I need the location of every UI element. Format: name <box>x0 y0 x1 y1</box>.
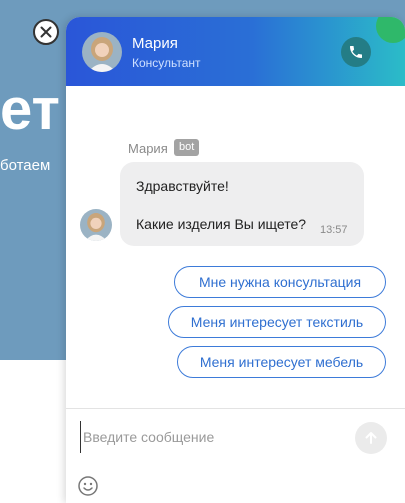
agent-role: Консультант <box>132 56 201 70</box>
close-icon <box>40 26 52 38</box>
agent-name: Мария <box>132 35 178 52</box>
chat-widget: Мария Консультант Мария bot Здравствуйте… <box>66 17 405 503</box>
message-sender: Мария <box>128 141 168 156</box>
message-greeting: Здравствуйте! <box>136 178 229 194</box>
message-time: 13:57 <box>320 224 348 236</box>
arrow-up-icon <box>365 432 377 444</box>
status-decoration <box>376 17 405 43</box>
message-question: Какие изделия Вы ищете? <box>136 216 307 232</box>
call-button[interactable] <box>341 37 371 67</box>
chat-header: Мария Консультант <box>66 17 405 86</box>
send-button[interactable] <box>355 422 387 454</box>
input-divider <box>66 408 405 409</box>
message-avatar <box>80 209 112 241</box>
close-chat-button[interactable] <box>33 19 59 45</box>
message-bubble: Здравствуйте! Какие изделия Вы ищете? 13… <box>120 162 364 246</box>
quick-reply-furniture[interactable]: Меня интересует мебель <box>177 346 386 378</box>
message-input[interactable] <box>80 421 350 453</box>
agent-avatar <box>82 32 122 72</box>
quick-reply-consultation[interactable]: Мне нужна консультация <box>174 266 386 298</box>
website-hero-subtext: ботаем <box>0 157 51 174</box>
emoji-button[interactable] <box>77 475 99 497</box>
bot-badge: bot <box>174 139 200 156</box>
smile-icon <box>78 476 98 496</box>
website-hero-heading: ет <box>0 77 60 142</box>
phone-icon <box>350 46 362 58</box>
quick-reply-textile[interactable]: Меня интересует текстиль <box>168 306 386 338</box>
